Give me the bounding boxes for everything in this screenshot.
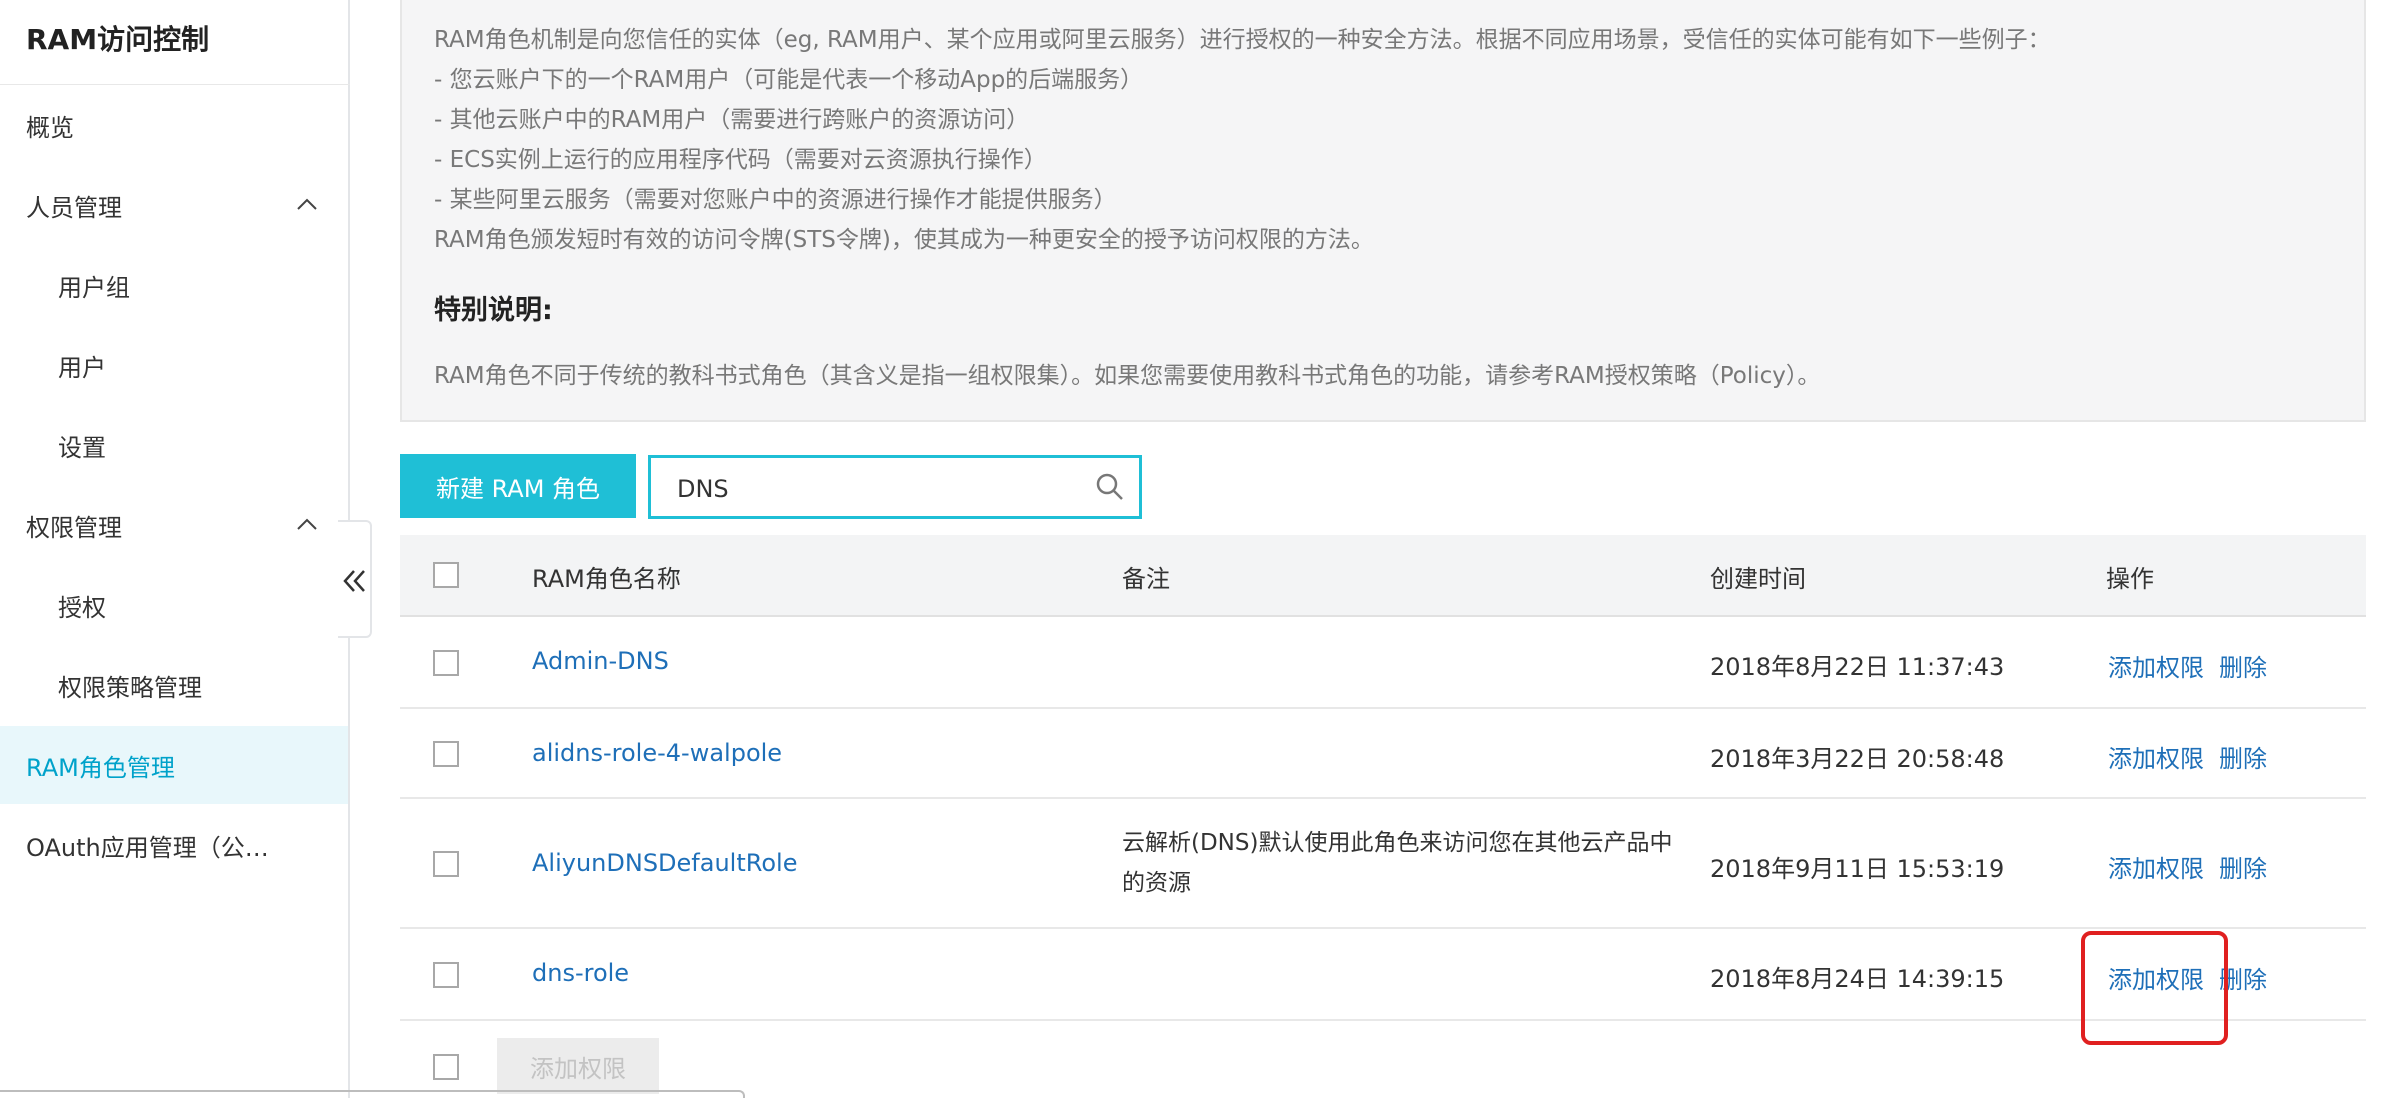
column-header-remark: 备注 bbox=[1122, 565, 1170, 593]
search-icon[interactable] bbox=[1095, 472, 1125, 502]
special-note-text: RAM角色不同于传统的教科书式角色（其含义是指一组权限集）。如果您需要使用教科书… bbox=[434, 363, 1821, 389]
row-checkbox[interactable] bbox=[433, 650, 459, 676]
double-chevron-left-icon bbox=[343, 570, 365, 592]
nav-item-label: 设置 bbox=[58, 433, 106, 462]
select-all-checkbox[interactable] bbox=[433, 562, 459, 588]
column-header-created: 创建时间 bbox=[1710, 565, 1806, 593]
row-checkbox[interactable] bbox=[433, 851, 459, 877]
created-time: 2018年8月24日 14:39:15 bbox=[1710, 965, 2005, 993]
bulk-add-permission-button: 添加权限 bbox=[497, 1038, 659, 1094]
delete-link[interactable]: 删除 bbox=[2219, 739, 2267, 774]
nav-item-label: 概览 bbox=[26, 113, 74, 142]
column-header-name: RAM角色名称 bbox=[532, 565, 681, 593]
add-permission-link[interactable]: 添加权限 bbox=[2108, 960, 2204, 995]
nav-item-overview[interactable]: 概览 bbox=[0, 86, 348, 164]
role-name-link[interactable]: Admin-DNS bbox=[532, 647, 669, 675]
table-row: alidns-role-4-walpole 2018年3月22日 20:58:4… bbox=[400, 709, 2366, 799]
search-box bbox=[648, 455, 1142, 519]
nav-item-user-groups[interactable]: 用户组 bbox=[0, 246, 348, 324]
nav-item-label: 用户 bbox=[58, 353, 106, 382]
info-line: - 其他云账户中的RAM用户（需要进行跨账户的资源访问） bbox=[434, 107, 1030, 133]
add-permission-link[interactable]: 添加权限 bbox=[2108, 849, 2204, 884]
info-line: RAM角色颁发短时有效的访问令牌(STS令牌)，使其成为一种更安全的授予访问权限… bbox=[434, 227, 1374, 253]
info-line: - 某些阿里云服务（需要对您账户中的资源进行操作才能提供服务） bbox=[434, 187, 1117, 213]
app-title: RAM访问控制 bbox=[26, 23, 210, 56]
chevron-up-icon bbox=[297, 198, 317, 210]
info-line: - 您云账户下的一个RAM用户（可能是代表一个移动App的后端服务） bbox=[434, 67, 1144, 93]
nav-item-label: 用户组 bbox=[58, 273, 130, 302]
table-row: dns-role 2018年8月24日 14:39:15 添加权限 删除 bbox=[400, 929, 2366, 1021]
chevron-up-icon bbox=[297, 518, 317, 530]
nav-item-users[interactable]: 用户 bbox=[0, 326, 348, 404]
nav-item-label: 人员管理 bbox=[26, 193, 122, 222]
special-note-heading: 特别说明: bbox=[434, 295, 553, 326]
nav-item-label: OAuth应用管理（公… bbox=[26, 833, 269, 862]
role-remark: 云解析(DNS)默认使用此角色来访问您在其他云产品中的资源 bbox=[1122, 830, 1673, 896]
info-line: - ECS实例上运行的应用程序代码（需要对云资源执行操作） bbox=[434, 147, 1047, 173]
add-permission-link[interactable]: 添加权限 bbox=[2108, 739, 2204, 774]
nav-item-authorization[interactable]: 授权 bbox=[0, 566, 348, 644]
add-permission-link[interactable]: 添加权限 bbox=[2108, 648, 2204, 683]
sidebar: RAM访问控制 概览 人员管理 用户组 用户 设置 权限管理 授权 权限策略管理… bbox=[0, 0, 350, 1098]
delete-link[interactable]: 删除 bbox=[2219, 648, 2267, 683]
role-info-panel: RAM角色机制是向您信任的实体（eg, RAM用户、某个应用或阿里云服务）进行授… bbox=[400, 0, 2366, 422]
table-row: AliyunDNSDefaultRole 云解析(DNS)默认使用此角色来访问您… bbox=[400, 799, 2366, 929]
search-input[interactable] bbox=[675, 470, 1069, 508]
delete-link[interactable]: 删除 bbox=[2219, 960, 2267, 995]
row-checkbox[interactable] bbox=[433, 962, 459, 988]
table-row: Admin-DNS 2018年8月22日 11:37:43 添加权限 删除 bbox=[400, 617, 2366, 709]
delete-link[interactable]: 删除 bbox=[2219, 849, 2267, 884]
nav-item-permission-management[interactable]: 权限管理 bbox=[0, 486, 348, 564]
info-line: RAM角色机制是向您信任的实体（eg, RAM用户、某个应用或阿里云服务）进行授… bbox=[434, 27, 2051, 53]
bulk-select-checkbox[interactable] bbox=[433, 1054, 459, 1080]
nav-item-people-management[interactable]: 人员管理 bbox=[0, 166, 348, 244]
nav-item-label: 授权 bbox=[58, 593, 106, 622]
nav-item-label: 权限策略管理 bbox=[58, 673, 202, 702]
table-header: RAM角色名称 备注 创建时间 操作 bbox=[400, 535, 2366, 617]
column-header-actions: 操作 bbox=[2106, 565, 2154, 593]
nav-item-settings[interactable]: 设置 bbox=[0, 406, 348, 484]
role-name-link[interactable]: dns-role bbox=[532, 959, 629, 987]
created-time: 2018年3月22日 20:58:48 bbox=[1710, 745, 2005, 773]
divider bbox=[0, 84, 350, 85]
role-name-link[interactable]: alidns-role-4-walpole bbox=[532, 739, 782, 767]
horizontal-scrollbar[interactable] bbox=[0, 1090, 745, 1098]
role-name-link[interactable]: AliyunDNSDefaultRole bbox=[532, 849, 797, 877]
row-checkbox[interactable] bbox=[433, 741, 459, 767]
new-ram-role-button[interactable]: 新建 RAM 角色 bbox=[400, 454, 636, 518]
nav-item-label: RAM角色管理 bbox=[26, 753, 175, 782]
nav-item-policy-management[interactable]: 权限策略管理 bbox=[0, 646, 348, 724]
sidebar-collapse-toggle[interactable] bbox=[338, 520, 372, 638]
nav-item-oauth-apps[interactable]: OAuth应用管理（公… bbox=[0, 806, 348, 884]
nav-item-ram-roles[interactable]: RAM角色管理 bbox=[0, 726, 348, 804]
created-time: 2018年8月22日 11:37:43 bbox=[1710, 653, 2005, 681]
created-time: 2018年9月11日 15:53:19 bbox=[1710, 855, 2005, 883]
nav-item-label: 权限管理 bbox=[26, 513, 122, 542]
